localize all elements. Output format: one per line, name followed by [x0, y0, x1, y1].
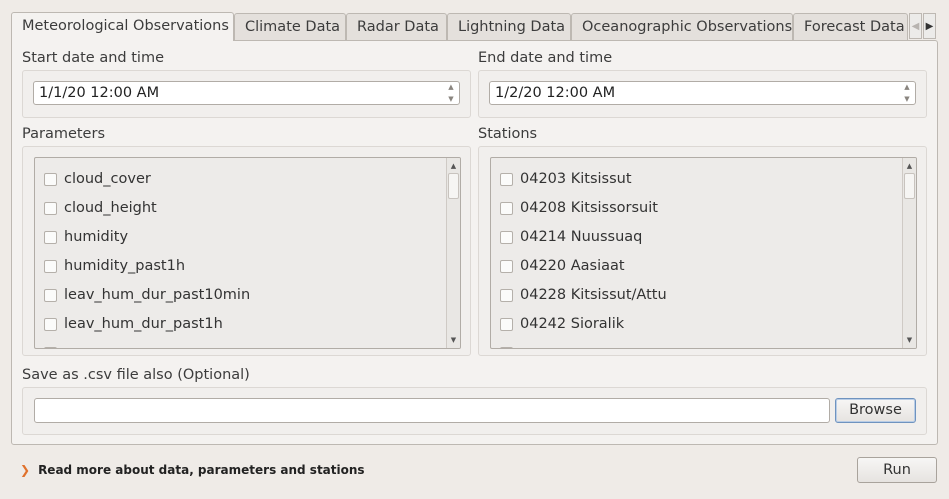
tab-oceanographic-observations[interactable]: Oceanographic Observations	[571, 13, 793, 41]
checkbox[interactable]	[44, 172, 57, 186]
save-csv-label: Save as .csv file also (Optional)	[22, 367, 250, 383]
scroll-down-icon[interactable]: ▼	[447, 333, 460, 347]
scroll-up-icon[interactable]: ▲	[447, 159, 460, 173]
checkbox[interactable]	[500, 317, 513, 331]
start-date-group: 1/1/20 12:00 AM ▲ ▼	[22, 70, 471, 118]
start-date-label: Start date and time	[22, 50, 164, 66]
start-date-value: 1/1/20 12:00 AM	[39, 85, 160, 101]
scroll-handle[interactable]	[904, 173, 915, 199]
checkbox[interactable]	[44, 259, 57, 273]
spin-down-icon[interactable]: ▼	[904, 95, 909, 103]
end-date-group: 1/2/20 12:00 AM ▲ ▼	[478, 70, 927, 118]
chevron-right-icon[interactable]: ▶	[923, 13, 936, 39]
checkbox[interactable]	[500, 346, 513, 348]
parameters-group: cloud_cover cloud_height humidity humidi…	[22, 146, 471, 356]
checkbox[interactable]	[44, 317, 57, 331]
list-item-partial[interactable]	[44, 342, 64, 348]
list-item[interactable]: 04220 Aasiaat	[500, 255, 625, 277]
list-item[interactable]: 04214 Nuussuaq	[500, 226, 642, 248]
tab-radar-data[interactable]: Radar Data	[346, 13, 447, 41]
scroll-down-icon[interactable]: ▼	[903, 333, 916, 347]
csv-path-input[interactable]	[34, 398, 830, 423]
start-date-spinbox[interactable]: 1/1/20 12:00 AM ▲ ▼	[33, 81, 460, 105]
list-item[interactable]: humidity	[44, 226, 128, 248]
checkbox[interactable]	[44, 201, 57, 215]
parameters-scrollbar[interactable]: ▲ ▼	[446, 158, 460, 348]
checkbox[interactable]	[500, 259, 513, 273]
checkbox[interactable]	[500, 201, 513, 215]
list-item[interactable]: cloud_height	[44, 197, 157, 219]
checkbox[interactable]	[500, 288, 513, 302]
end-date-value: 1/2/20 12:00 AM	[495, 85, 616, 101]
chevron-left-icon[interactable]: ◀	[909, 13, 922, 39]
read-more-label: Read more about data, parameters and sta…	[38, 463, 365, 477]
list-item-partial[interactable]	[500, 342, 520, 348]
checkbox[interactable]	[44, 288, 57, 302]
end-date-spinbox[interactable]: 1/2/20 12:00 AM ▲ ▼	[489, 81, 916, 105]
list-item[interactable]: humidity_past1h	[44, 255, 185, 277]
parameters-label: Parameters	[22, 126, 105, 142]
list-item[interactable]: cloud_cover	[44, 168, 151, 190]
end-date-label: End date and time	[478, 50, 613, 66]
checkbox[interactable]	[500, 230, 513, 244]
list-item[interactable]: 04228 Kitsissut/Attu	[500, 284, 667, 306]
list-item[interactable]: leav_hum_dur_past1h	[44, 313, 223, 335]
list-item[interactable]: 04203 Kitsissut	[500, 168, 632, 190]
spin-down-icon[interactable]: ▼	[448, 95, 453, 103]
spin-up-icon[interactable]: ▲	[448, 83, 453, 91]
browse-button[interactable]: Browse	[835, 398, 916, 423]
tab-climate-data[interactable]: Climate Data	[234, 13, 346, 41]
stations-list[interactable]: 04203 Kitsissut 04208 Kitsissorsuit 0421…	[490, 157, 917, 349]
checkbox[interactable]	[44, 346, 57, 348]
expand-arrow-icon: ❯	[20, 463, 31, 477]
checkbox[interactable]	[44, 230, 57, 244]
save-csv-group: Browse	[22, 387, 927, 435]
run-button[interactable]: Run	[857, 457, 937, 483]
scroll-handle[interactable]	[448, 173, 459, 199]
stations-group: 04203 Kitsissut 04208 Kitsissorsuit 0421…	[478, 146, 927, 356]
tab-lightning-data[interactable]: Lightning Data	[447, 13, 571, 41]
list-item[interactable]: leav_hum_dur_past10min	[44, 284, 250, 306]
tab-meteorological-observations[interactable]: Meteorological Observations	[11, 12, 234, 41]
spin-up-icon[interactable]: ▲	[904, 83, 909, 91]
stations-scrollbar[interactable]: ▲ ▼	[902, 158, 916, 348]
scroll-up-icon[interactable]: ▲	[903, 159, 916, 173]
checkbox[interactable]	[500, 172, 513, 186]
list-item[interactable]: 04208 Kitsissorsuit	[500, 197, 658, 219]
stations-label: Stations	[478, 126, 538, 142]
tab-bar: Meteorological Observations Climate Data…	[11, 12, 938, 41]
tab-forecast-data[interactable]: Forecast Data	[793, 13, 908, 41]
parameters-list[interactable]: cloud_cover cloud_height humidity humidi…	[34, 157, 461, 349]
read-more-toggle[interactable]: ❯ Read more about data, parameters and s…	[20, 460, 365, 480]
list-item[interactable]: 04242 Sioralik	[500, 313, 624, 335]
